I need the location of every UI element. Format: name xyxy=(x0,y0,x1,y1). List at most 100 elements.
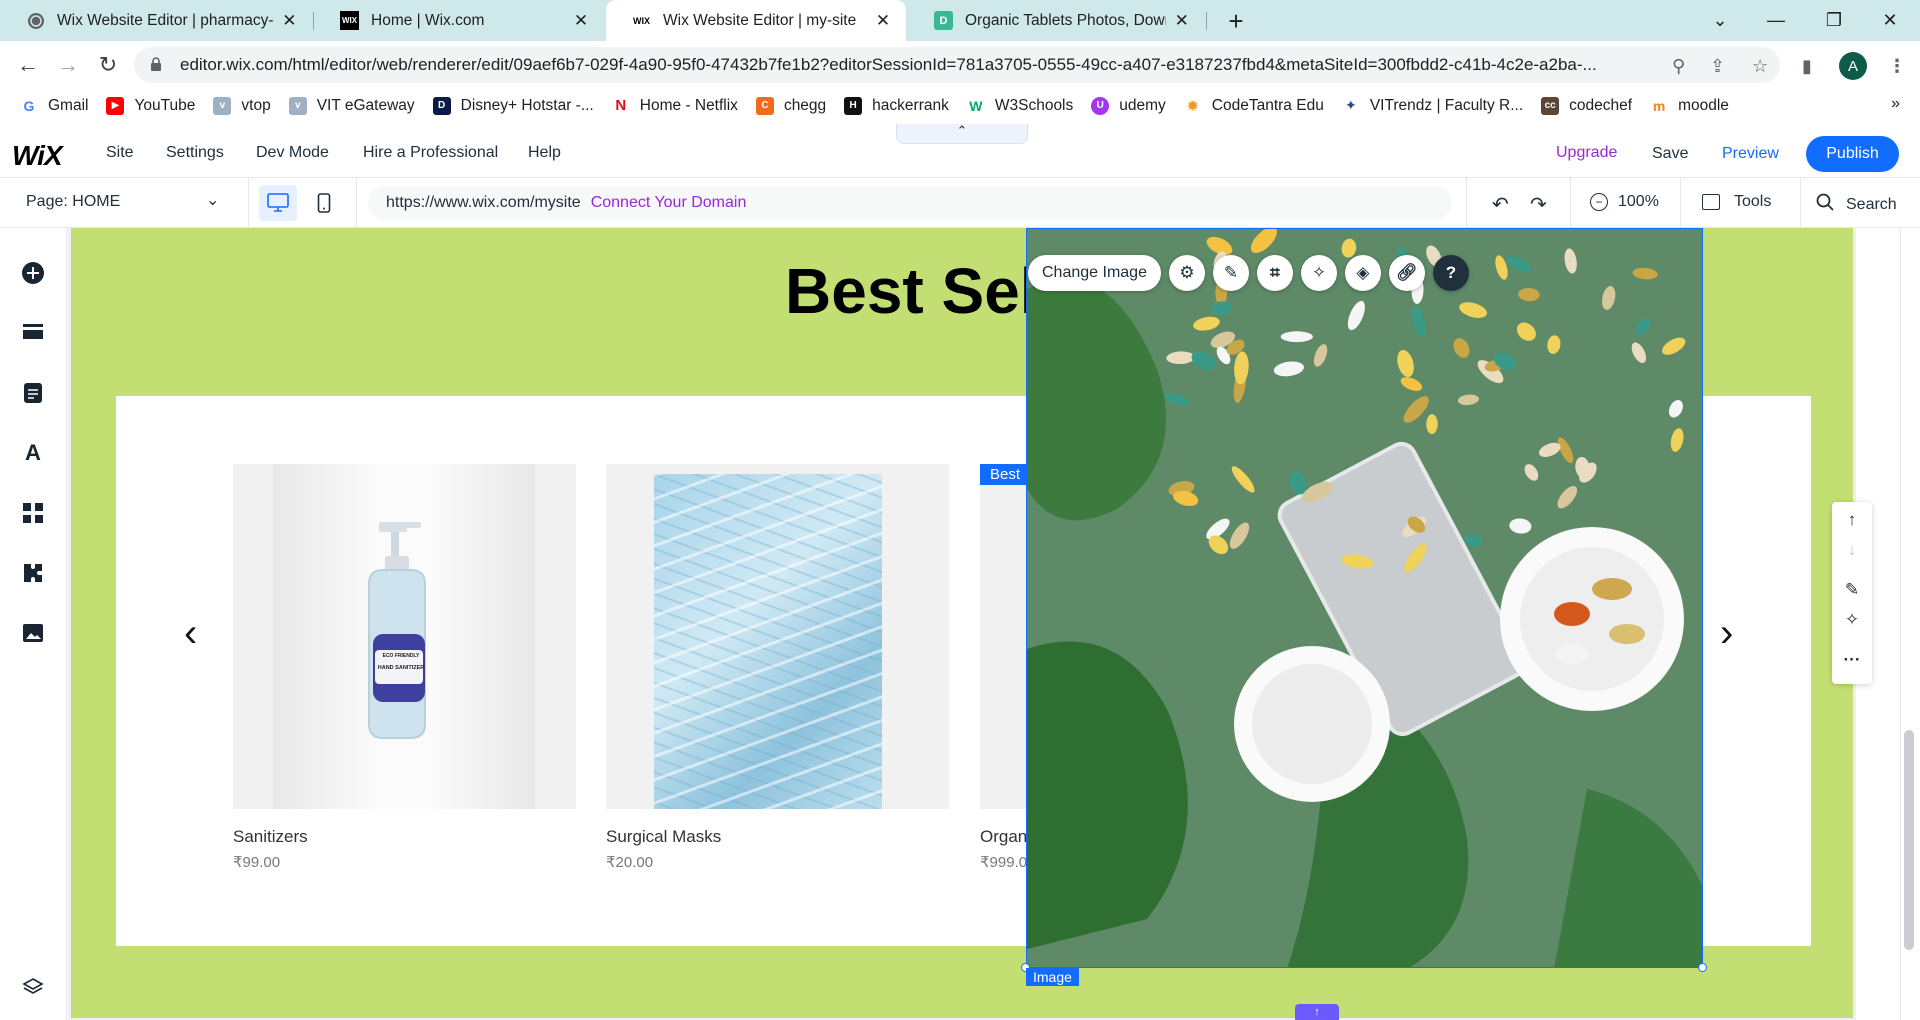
scroll-to-top-icon[interactable]: ↑ xyxy=(1295,1004,1339,1020)
page-selector[interactable]: Page: HOME xyxy=(26,193,120,211)
edit-pencil-icon[interactable]: ✎ xyxy=(1832,580,1872,600)
menu-settings[interactable]: Settings xyxy=(166,144,224,162)
wix-logo[interactable]: WiX xyxy=(12,140,63,172)
gallery-next-arrow[interactable]: › xyxy=(1720,611,1733,656)
zoom-magnifier-icon[interactable]: ⚲ xyxy=(1672,56,1685,77)
bookmark-item[interactable]: ✦ VITrendz | Faculty R... xyxy=(1341,96,1523,115)
preview-button[interactable]: Preview xyxy=(1722,145,1779,163)
apps-icon[interactable] xyxy=(20,500,46,526)
magic-wand-icon[interactable]: ✧ xyxy=(1300,255,1337,291)
bookmark-item[interactable]: cc codechef xyxy=(1541,96,1632,115)
media-icon[interactable] xyxy=(20,620,46,646)
add-elements-icon[interactable] xyxy=(20,260,46,286)
browser-tab-active[interactable]: WIX Wix Website Editor | my-site ✕ xyxy=(606,0,906,41)
moodle-icon: m xyxy=(1650,96,1669,115)
menu-help[interactable]: Help xyxy=(528,144,561,162)
move-up-arrow-icon[interactable]: ↑ xyxy=(1832,510,1872,530)
undo-icon[interactable]: ↶ xyxy=(1492,192,1509,217)
bookmarks-more-button[interactable]: » xyxy=(1891,95,1900,113)
bookmark-item[interactable]: W W3Schools xyxy=(966,96,1073,115)
side-panel-icon[interactable]: ▮ xyxy=(1802,56,1812,77)
product-image[interactable] xyxy=(606,464,949,809)
globe-icon xyxy=(26,11,45,30)
minimize-button[interactable]: — xyxy=(1746,0,1806,41)
menu-dev-mode[interactable]: Dev Mode xyxy=(256,144,329,162)
bookmark-item[interactable]: v VIT eGateway xyxy=(288,96,415,115)
scrollbar-thumb[interactable] xyxy=(1904,730,1914,950)
menu-hire-professional[interactable]: Hire a Professional xyxy=(363,144,498,162)
help-icon[interactable]: ? xyxy=(1432,255,1469,291)
resize-handle[interactable] xyxy=(1698,963,1707,972)
browser-tab[interactable]: Wix Website Editor | pharmacy-a ✕ xyxy=(0,0,312,41)
share-icon[interactable]: ⇪ xyxy=(1710,56,1725,77)
more-menu-icon[interactable]: ⋮ xyxy=(1888,56,1906,77)
more-options-icon[interactable]: ··· xyxy=(1832,650,1872,670)
bookmark-item[interactable]: Cchegg xyxy=(755,96,826,115)
browser-tab[interactable]: D Organic Tablets Photos, Downlo ✕ xyxy=(908,0,1204,41)
chevron-down-icon[interactable]: ⌄ xyxy=(206,190,219,210)
animation-icon[interactable]: ◈ xyxy=(1344,255,1381,291)
product-image[interactable]: ECO FRIENDLY HAND SANITIZER xyxy=(233,464,576,809)
desktop-view-icon[interactable] xyxy=(259,185,297,221)
close-icon[interactable]: ✕ xyxy=(281,11,298,31)
change-image-button[interactable]: Change Image xyxy=(1028,255,1161,291)
bookmark-item[interactable]: v vtop xyxy=(213,96,271,115)
bookmark-item[interactable]: m moodle xyxy=(1650,96,1729,115)
reload-icon[interactable]: ↻ xyxy=(92,49,124,81)
bookmark-item[interactable]: ▶ YouTube xyxy=(106,96,195,115)
theme-design-icon[interactable]: A xyxy=(20,440,46,466)
mobile-view-icon[interactable] xyxy=(305,185,343,221)
collapse-toolbar-caret-icon[interactable]: ⌃ xyxy=(896,124,1028,144)
bookmark-item[interactable]: N Home - Netflix xyxy=(611,96,738,115)
profile-avatar[interactable]: A xyxy=(1839,52,1867,80)
gallery-prev-arrow[interactable]: ‹ xyxy=(184,611,197,656)
layers-icon[interactable] xyxy=(20,974,46,1000)
bookmark-item[interactable]: ✹ CodeTantra Edu xyxy=(1183,96,1324,115)
zoom-control[interactable]: − 100% xyxy=(1590,193,1659,211)
bookmark-item[interactable]: G Gmail xyxy=(20,96,88,115)
forward-arrow-icon[interactable]: → xyxy=(52,49,84,81)
product-name[interactable]: Surgical Masks xyxy=(606,827,949,847)
tab-title: Wix Website Editor | my-site xyxy=(663,11,857,29)
restore-button[interactable]: ❐ xyxy=(1804,0,1864,41)
save-button[interactable]: Save xyxy=(1652,145,1688,163)
product-card[interactable]: ECO FRIENDLY HAND SANITIZER Sanitizers ₹… xyxy=(233,464,576,871)
upgrade-link[interactable]: Upgrade xyxy=(1556,144,1617,162)
settings-gear-icon[interactable]: ⚙ xyxy=(1168,255,1205,291)
window-close-button[interactable]: ✕ xyxy=(1860,0,1920,41)
search-button[interactable]: Search xyxy=(1816,193,1897,216)
redo-icon[interactable]: ↷ xyxy=(1530,192,1547,217)
business-puzzle-icon[interactable] xyxy=(20,560,46,586)
magic-wand-icon[interactable]: ✧ xyxy=(1832,610,1872,630)
new-tab-button[interactable]: + xyxy=(1222,6,1250,37)
close-icon[interactable]: ✕ xyxy=(874,11,892,31)
close-icon[interactable]: ✕ xyxy=(1174,11,1190,31)
tools-button[interactable]: Tools xyxy=(1702,193,1771,211)
address-bar[interactable]: editor.wix.com/html/editor/web/renderer/… xyxy=(134,47,1780,83)
bookmark-item[interactable]: D Disney+ Hotstar -... xyxy=(432,96,594,115)
publish-button[interactable]: Publish xyxy=(1806,136,1899,172)
pages-icon[interactable] xyxy=(20,380,46,406)
browser-tab[interactable]: WIX Home | Wix.com ✕ xyxy=(314,0,604,41)
product-name[interactable]: Sanitizers xyxy=(233,827,576,847)
close-icon[interactable]: ✕ xyxy=(572,11,590,31)
back-arrow-icon[interactable]: ← xyxy=(12,49,44,81)
bookmark-item[interactable]: Uudemy xyxy=(1091,96,1166,115)
design-brush-icon[interactable]: ✎ xyxy=(1212,255,1249,291)
codetantra-icon: ✹ xyxy=(1183,96,1202,115)
link-icon[interactable]: 🔗︎ xyxy=(1388,255,1425,291)
product-price: ₹20.00 xyxy=(606,854,654,871)
menu-site[interactable]: Site xyxy=(106,144,134,162)
selected-image[interactable] xyxy=(1026,228,1703,968)
move-down-arrow-icon[interactable]: ↓ xyxy=(1832,540,1872,560)
connect-domain-link[interactable]: Connect Your Domain xyxy=(591,194,747,212)
add-section-icon[interactable] xyxy=(20,320,46,346)
section-heading[interactable]: Best Sel xyxy=(785,254,1038,328)
tab-search-chevron-icon[interactable]: ⌄ xyxy=(1690,0,1750,41)
site-url-field: https://www.wix.com/mysite Connect Your … xyxy=(368,186,1452,220)
product-card[interactable]: Surgical Masks ₹20.00 xyxy=(606,464,949,871)
crop-icon[interactable]: ⌗ xyxy=(1256,255,1293,291)
bookmark-star-icon[interactable]: ☆ xyxy=(1752,56,1768,77)
bookmark-item[interactable]: Hhackerrank xyxy=(844,96,949,115)
pills-photo xyxy=(1027,229,1702,967)
